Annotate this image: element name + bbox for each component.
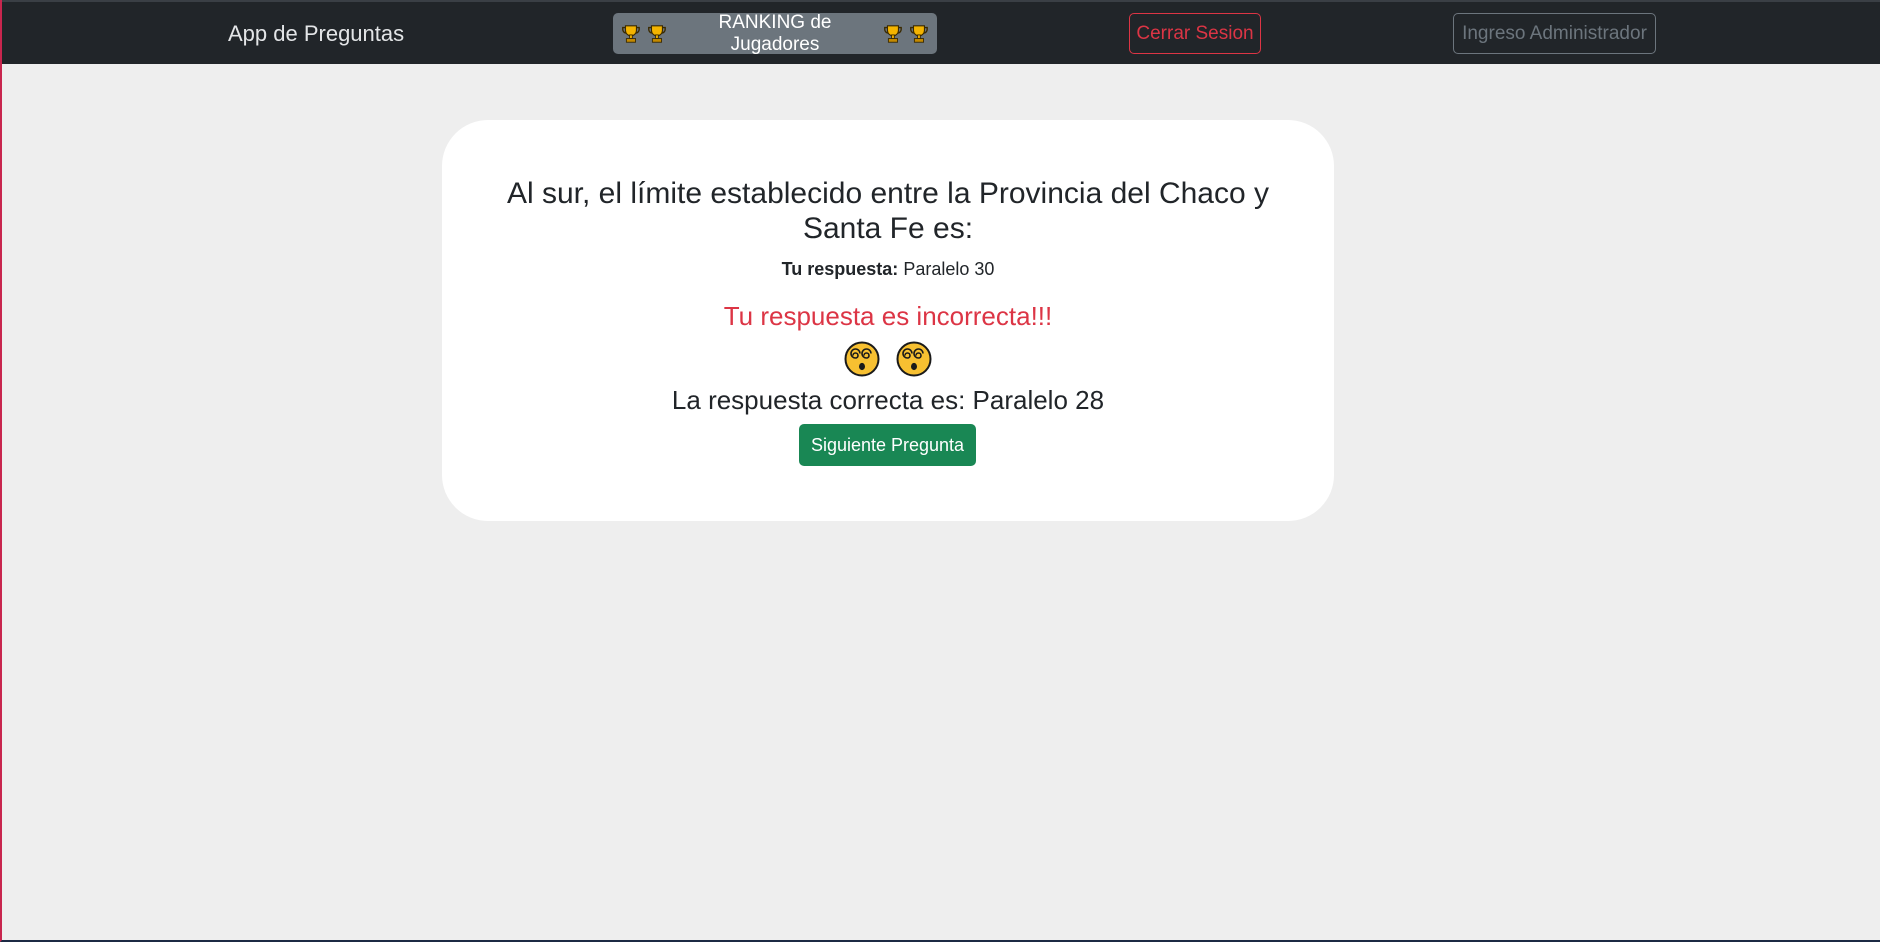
ranking-button[interactable]: RANKING de Jugadores bbox=[613, 11, 937, 55]
question-text: Al sur, el límite establecido entre la P… bbox=[506, 177, 1270, 245]
ranking-label: RANKING de Jugadores bbox=[718, 11, 832, 55]
correct-answer-text: La respuesta correcta es: Paralelo 28 bbox=[671, 385, 1105, 415]
trophy-icon bbox=[647, 24, 666, 43]
page: App de Preguntas RANKING de Jugadores Ce… bbox=[0, 0, 1880, 942]
dizzy-face-icon bbox=[844, 341, 880, 377]
incorrect-message: Tu respuesta es incorrecta!!! bbox=[723, 301, 1053, 331]
question-result-card: Al sur, el límite establecido entre la P… bbox=[442, 120, 1334, 521]
logout-button[interactable]: Cerrar Sesion bbox=[1129, 13, 1261, 54]
next-question-button[interactable]: Siguiente Pregunta bbox=[799, 424, 976, 466]
your-answer-value: Paralelo 30 bbox=[903, 259, 995, 279]
your-answer-label: Tu respuesta: bbox=[781, 259, 899, 279]
emoji-row bbox=[442, 341, 1334, 379]
admin-login-button[interactable]: Ingreso Administrador bbox=[1453, 13, 1656, 54]
navbar: App de Preguntas RANKING de Jugadores Ce… bbox=[2, 0, 1880, 64]
your-answer-line: Tu respuesta: Paralelo 30 bbox=[442, 258, 1334, 280]
brand-link[interactable]: App de Preguntas bbox=[228, 21, 404, 47]
trophy-icon bbox=[884, 24, 903, 43]
trophy-icon bbox=[910, 24, 928, 43]
dizzy-face-icon bbox=[896, 341, 932, 377]
trophy-icon bbox=[622, 24, 640, 43]
